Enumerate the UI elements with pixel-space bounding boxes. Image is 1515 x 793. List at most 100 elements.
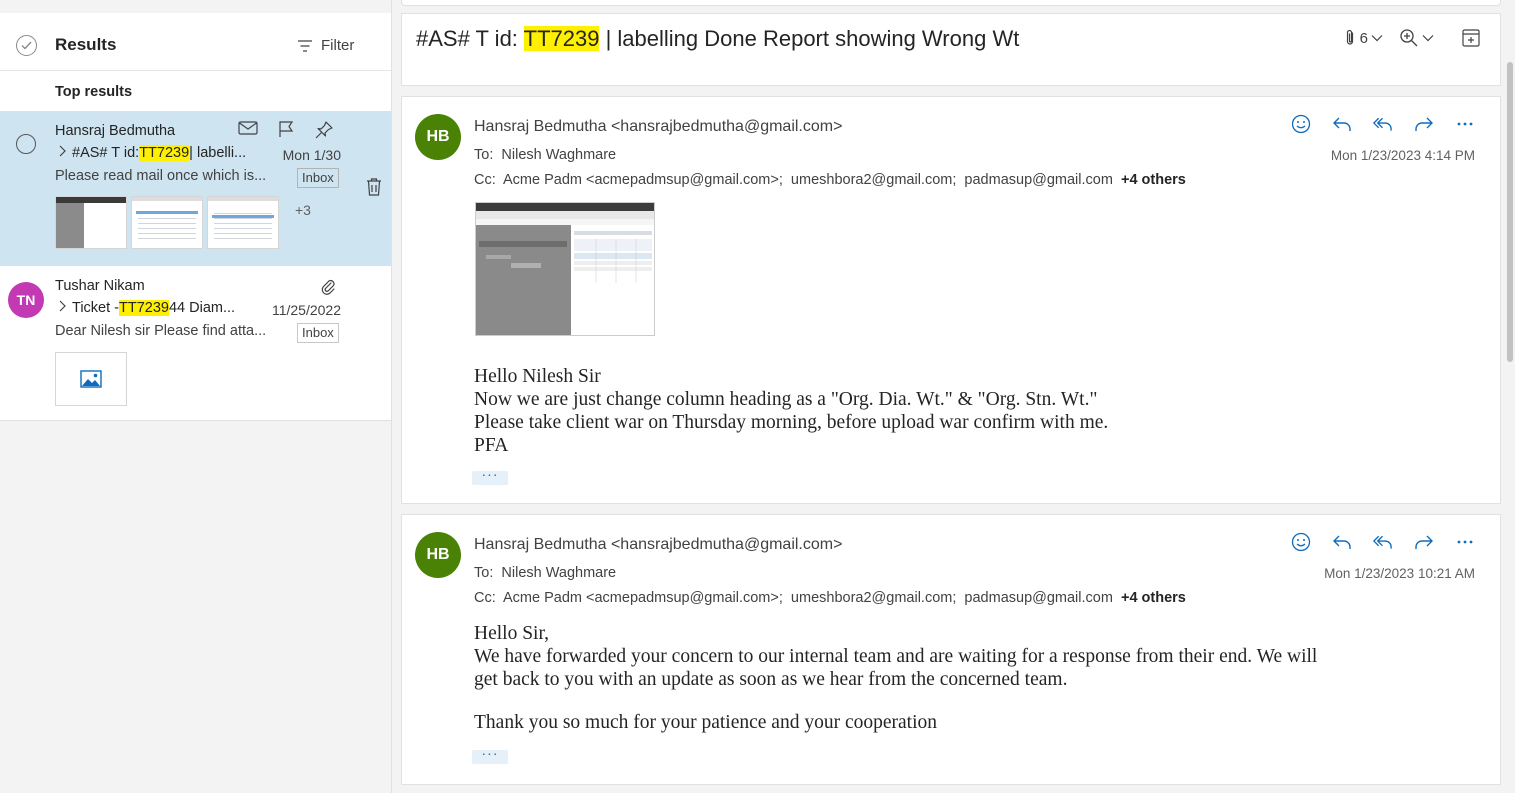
message-body: Hello Nilesh Sir Now we are just change … bbox=[474, 365, 1108, 457]
subject-bar: #AS# T id: TT7239 | labelling Done Repor… bbox=[401, 13, 1501, 86]
reading-pane-scrollbar[interactable] bbox=[1505, 62, 1515, 793]
emoji-reaction-icon[interactable] bbox=[1290, 113, 1311, 134]
open-in-new-window-button[interactable] bbox=[1462, 29, 1480, 47]
item-subject: Ticket - TT7239 44 Diam... bbox=[58, 300, 235, 316]
pin-icon[interactable] bbox=[314, 120, 334, 145]
flag-icon[interactable] bbox=[277, 120, 295, 145]
avatar: TN bbox=[8, 282, 44, 318]
check-icon bbox=[21, 41, 32, 50]
attachment-thumbnail[interactable] bbox=[55, 196, 127, 249]
item-subject-highlight: TT7239 bbox=[119, 300, 169, 316]
screenshot-thumbnail bbox=[476, 203, 654, 335]
cc-recipients[interactable]: Acme Padm <acmepadmsup@gmail.com>; umesh… bbox=[503, 172, 1113, 188]
item-preview: Dear Nilesh sir Please find atta... bbox=[55, 323, 267, 339]
reply-icon[interactable] bbox=[1331, 113, 1352, 134]
to-recipient[interactable]: Nilesh Waghmare bbox=[501, 147, 616, 163]
message-from[interactable]: Hansraj Bedmutha <hansrajbedmutha@gmail.… bbox=[474, 536, 842, 554]
attachment-count: 6 bbox=[1359, 29, 1368, 47]
body-line: Please take client war on Thursday morni… bbox=[474, 412, 1109, 433]
message-actions bbox=[1290, 113, 1475, 134]
subject-prefix: #AS# T id: bbox=[416, 26, 524, 51]
cc-more-link[interactable]: +4 others bbox=[1121, 590, 1186, 606]
attachment-image[interactable] bbox=[475, 202, 655, 336]
show-quoted-text-button[interactable]: ··· bbox=[472, 467, 508, 485]
to-label: To: bbox=[474, 147, 494, 163]
message-card[interactable]: HB Hansraj Bedmutha <hansrajbedmutha@gma… bbox=[401, 96, 1501, 504]
forward-icon[interactable] bbox=[1413, 113, 1434, 134]
chevron-right-icon bbox=[58, 300, 66, 316]
attachments-dropdown[interactable]: 6 bbox=[1343, 29, 1383, 47]
attachment-thumbnail[interactable] bbox=[207, 196, 279, 249]
cc-recipients[interactable]: Acme Padm <acmepadmsup@gmail.com>; umesh… bbox=[503, 590, 1113, 606]
list-item[interactable]: Hansraj Bedmutha #AS# T id: TT7239 | lab… bbox=[0, 111, 391, 266]
body-line: Now we are just change column heading as… bbox=[474, 389, 1098, 410]
body-line: get back to you with an update as soon a… bbox=[474, 669, 1068, 690]
avatar[interactable]: HB bbox=[415, 532, 461, 578]
reply-all-icon[interactable] bbox=[1372, 113, 1393, 134]
chevron-down-icon bbox=[1371, 35, 1383, 42]
select-all-checkbox[interactable] bbox=[16, 35, 37, 56]
item-subject-suffix: 44 Diam... bbox=[168, 300, 236, 316]
sent-time: Mon 1/23/2023 10:21 AM bbox=[1324, 566, 1475, 581]
emoji-reaction-icon[interactable] bbox=[1290, 531, 1311, 552]
show-quoted-text-button[interactable]: ··· bbox=[472, 746, 508, 764]
item-date: 11/25/2022 bbox=[271, 302, 341, 318]
body-line: Hello Sir, bbox=[474, 623, 550, 644]
filter-label: Filter bbox=[321, 37, 355, 54]
cc-more-link[interactable]: +4 others bbox=[1121, 172, 1186, 188]
chevron-down-icon bbox=[1422, 35, 1434, 42]
filter-icon bbox=[298, 39, 312, 52]
body-line: PFA bbox=[474, 435, 509, 456]
item-sender: Hansraj Bedmutha bbox=[55, 123, 176, 139]
attachment-thumbnails bbox=[55, 196, 279, 249]
item-subject-suffix: | labelli... bbox=[189, 145, 247, 161]
cc-label: Cc: bbox=[474, 590, 496, 606]
mark-unread-icon[interactable] bbox=[238, 120, 258, 145]
more-actions-icon[interactable] bbox=[1454, 113, 1475, 134]
image-icon bbox=[80, 370, 102, 388]
message-body: Hello Sir, We have forwarded your concer… bbox=[474, 622, 1317, 734]
filter-button[interactable]: Filter bbox=[297, 37, 354, 54]
reply-all-icon[interactable] bbox=[1372, 531, 1393, 552]
message-cc: Cc: Acme Padm <acmepadmsup@gmail.com>; u… bbox=[474, 590, 1186, 606]
item-subject-prefix: #AS# T id: bbox=[72, 145, 140, 161]
list-item[interactable]: TN Tushar Nikam Ticket - TT7239 44 Diam.… bbox=[0, 266, 391, 421]
open-window-icon bbox=[1462, 29, 1480, 47]
delete-icon[interactable] bbox=[365, 177, 383, 202]
folder-badge[interactable]: Inbox bbox=[297, 323, 339, 343]
zoom-icon bbox=[1400, 29, 1418, 47]
results-header: Results Filter bbox=[0, 13, 391, 71]
pane-divider[interactable] bbox=[391, 0, 392, 793]
reply-icon[interactable] bbox=[1331, 531, 1352, 552]
zoom-dropdown[interactable] bbox=[1399, 28, 1434, 48]
results-title: Results bbox=[55, 35, 117, 54]
subject-highlight: TT7239 bbox=[523, 26, 600, 51]
subject-toolbar: 6 bbox=[1333, 28, 1480, 48]
attachment-thumbnail[interactable] bbox=[131, 196, 203, 249]
item-sender: Tushar Nikam bbox=[55, 278, 145, 294]
item-subject-highlight: TT7239 bbox=[139, 145, 190, 161]
scrollbar-thumb[interactable] bbox=[1507, 62, 1513, 362]
conversation-subject: #AS# T id: TT7239 | labelling Done Repor… bbox=[416, 26, 1019, 52]
forward-icon[interactable] bbox=[1413, 531, 1434, 552]
attachment-thumbnail[interactable] bbox=[55, 352, 127, 406]
more-attachments-count[interactable]: +3 bbox=[295, 202, 311, 218]
body-line bbox=[474, 691, 1317, 711]
item-preview: Please read mail once which is... bbox=[55, 168, 267, 184]
folder-badge[interactable]: Inbox bbox=[297, 168, 339, 188]
more-actions-icon[interactable] bbox=[1454, 531, 1475, 552]
message-cc: Cc: Acme Padm <acmepadmsup@gmail.com>; u… bbox=[474, 172, 1186, 188]
chevron-right-icon bbox=[58, 145, 66, 161]
paperclip-icon bbox=[1346, 29, 1353, 45]
message-card[interactable]: HB Hansraj Bedmutha <hansrajbedmutha@gma… bbox=[401, 514, 1501, 785]
item-select-radio[interactable] bbox=[16, 134, 36, 154]
cc-label: Cc: bbox=[474, 172, 496, 188]
item-subject: #AS# T id: TT7239 | labelli... bbox=[58, 145, 246, 161]
item-subject-prefix: Ticket - bbox=[72, 300, 119, 316]
top-results-label: Top results bbox=[55, 84, 133, 100]
message-to: To: Nilesh Waghmare bbox=[474, 565, 616, 581]
to-recipient[interactable]: Nilesh Waghmare bbox=[501, 565, 616, 581]
message-from[interactable]: Hansraj Bedmutha <hansrajbedmutha@gmail.… bbox=[474, 118, 842, 136]
item-date: Mon 1/30 bbox=[282, 147, 341, 163]
avatar[interactable]: HB bbox=[415, 114, 461, 160]
